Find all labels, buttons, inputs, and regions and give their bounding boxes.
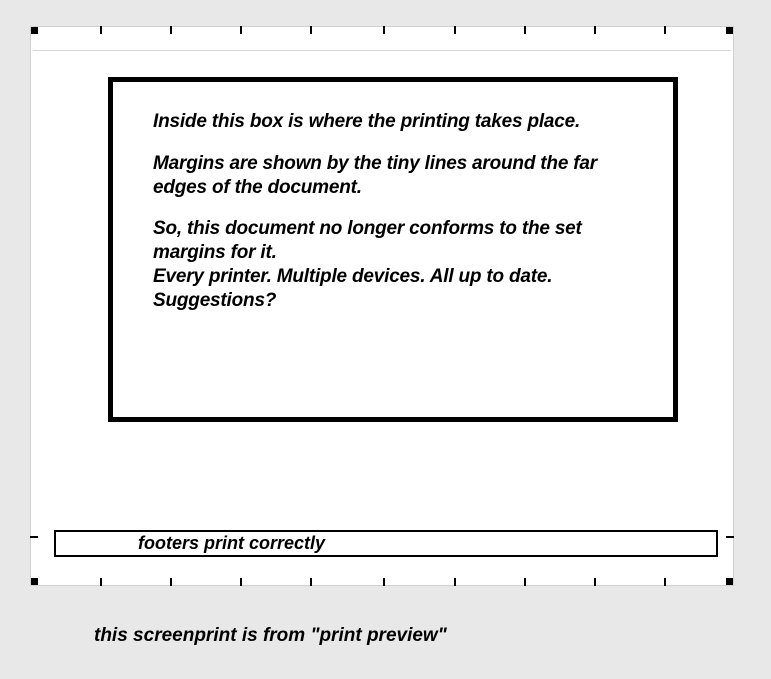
- margin-tick: [594, 578, 596, 586]
- margin-corner: [31, 27, 38, 34]
- footer-text: footers print correctly: [138, 533, 325, 554]
- footer-box: footers print correctly: [54, 530, 718, 557]
- margin-tick: [100, 578, 102, 586]
- margin-tick: [594, 26, 596, 34]
- content-paragraph-3: So, this document no longer conforms to …: [153, 217, 643, 312]
- margin-tick: [664, 26, 666, 34]
- page-rule: [33, 50, 731, 51]
- content-paragraph-1: Inside this box is where the printing ta…: [153, 110, 643, 134]
- margin-tick: [524, 26, 526, 34]
- margin-corner: [726, 27, 733, 34]
- margin-tick: [310, 26, 312, 34]
- content-box: Inside this box is where the printing ta…: [108, 77, 678, 422]
- margin-corner: [31, 578, 38, 585]
- margin-tick: [170, 578, 172, 586]
- margin-tick: [240, 26, 242, 34]
- margin-tick: [30, 536, 38, 538]
- margin-tick: [383, 26, 385, 34]
- margin-tick: [310, 578, 312, 586]
- margin-tick: [383, 578, 385, 586]
- margin-tick: [664, 578, 666, 586]
- margin-tick: [240, 578, 242, 586]
- margin-tick: [454, 578, 456, 586]
- margin-tick: [100, 26, 102, 34]
- margin-tick: [524, 578, 526, 586]
- caption-text: this screenprint is from "print preview": [94, 625, 447, 647]
- margin-tick: [726, 536, 734, 538]
- content-paragraph-2: Margins are shown by the tiny lines arou…: [153, 152, 643, 200]
- margin-tick: [170, 26, 172, 34]
- margin-corner: [726, 578, 733, 585]
- margin-tick: [454, 26, 456, 34]
